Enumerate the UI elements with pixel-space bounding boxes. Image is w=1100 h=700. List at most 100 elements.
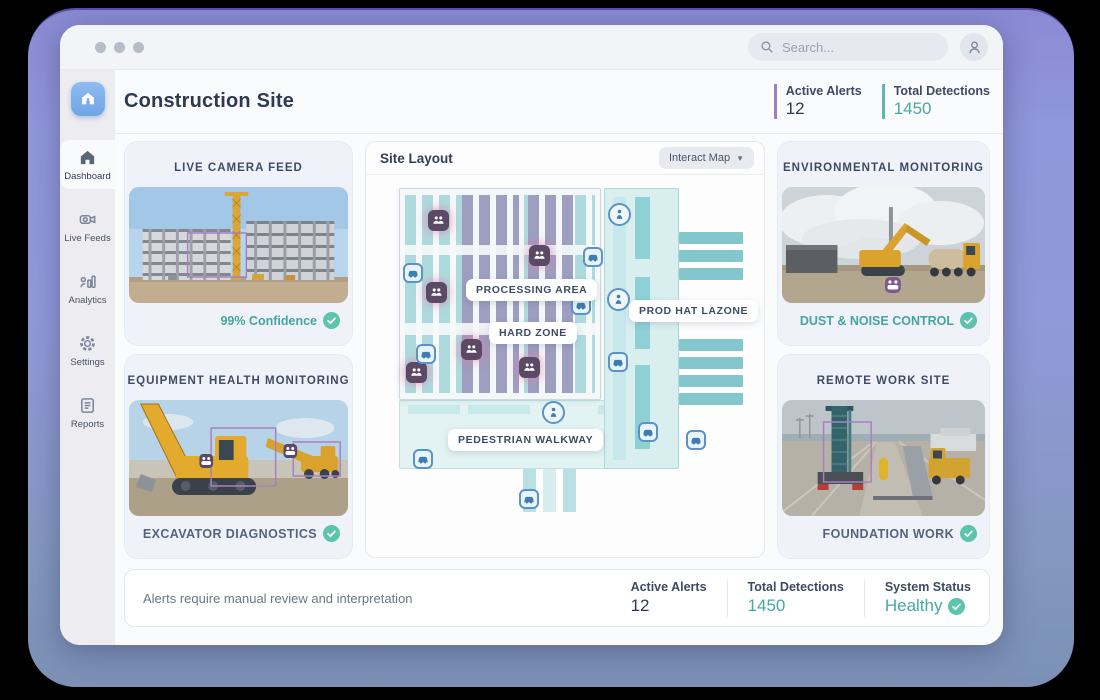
card-remote-work-site: REMOTE WORK SITE: [777, 354, 990, 559]
window-dot[interactable]: [114, 42, 125, 53]
zone-label-pedestrian-walkway: PEDESTRIAN WALKWAY: [448, 429, 603, 451]
interact-map-button[interactable]: Interact Map ▼: [659, 147, 754, 169]
divider: [727, 579, 728, 617]
card-title: REMOTE WORK SITE: [778, 375, 989, 387]
stat-total-detections: Total Detections 1450: [882, 84, 990, 119]
sidebar-item-live-feeds[interactable]: Live Feeds: [60, 202, 115, 251]
page-header: Construction Site Active Alerts 12 Total…: [115, 70, 1003, 134]
desktop: Dashboard Live Feeds Analytics Settings: [0, 0, 1100, 700]
person-icon: [547, 406, 560, 419]
stat-active-alerts: Active Alerts 12: [774, 84, 862, 119]
vehicle-icon: [523, 493, 535, 505]
user-avatar[interactable]: [960, 33, 988, 61]
worker-group-icon: [432, 214, 445, 227]
card-title: ENVIRONMENTAL MONITORING: [778, 162, 989, 174]
vehicle-icon: [587, 251, 599, 263]
equipment-health-image[interactable]: [129, 400, 348, 516]
sidebar-item-settings[interactable]: Settings: [60, 326, 115, 375]
home-logo-icon: [79, 90, 97, 108]
window-dot[interactable]: [95, 42, 106, 53]
confidence-label: 99% Confidence: [220, 314, 317, 328]
worker-alert-marker[interactable]: [406, 362, 427, 383]
window-controls: [95, 42, 144, 53]
status-bar: Alerts require manual review and interpr…: [124, 569, 990, 627]
person-marker[interactable]: [607, 288, 630, 311]
card-equipment-health: EQUIPMENT HEALTH MONITORING: [124, 354, 353, 559]
titlebar: [60, 25, 1003, 70]
remote-work-site-image[interactable]: [782, 400, 985, 516]
excavator-photo: [129, 400, 348, 516]
footer-stat-system-status: System Status Healthy: [885, 580, 971, 616]
person-icon: [612, 293, 625, 306]
card-title: EQUIPMENT HEALTH MONITORING: [125, 375, 352, 387]
worker-alert-marker[interactable]: [519, 357, 540, 378]
footer-stat-active-alerts: Active Alerts 12: [631, 580, 707, 616]
site-layout-panel: Site Layout Interact Map ▼: [365, 141, 765, 558]
foundation-label: FOUNDATION WORK: [823, 527, 954, 541]
worker-alert-marker[interactable]: [461, 339, 482, 360]
app-logo[interactable]: [71, 82, 105, 116]
zone-label-prod-hat-lazone: PROD HAT LAZONE: [629, 300, 758, 322]
divider: [864, 579, 865, 617]
card-live-camera-feed: LIVE CAMERA FEED: [124, 141, 353, 346]
site-layout-title: Site Layout: [380, 151, 453, 166]
live-camera-feed-image[interactable]: [129, 187, 348, 303]
worker-group-icon: [465, 343, 478, 356]
sidebar-item-dashboard[interactable]: Dashboard: [60, 140, 115, 189]
vehicle-marker[interactable]: [686, 430, 706, 450]
gear-icon: [78, 334, 97, 353]
vehicle-icon: [417, 453, 429, 465]
vehicle-icon: [407, 267, 419, 279]
vehicle-marker[interactable]: [608, 352, 628, 372]
vehicle-marker[interactable]: [638, 422, 658, 442]
vehicle-marker[interactable]: [416, 344, 436, 364]
card-environmental-monitoring: ENVIRONMENTAL MONITORING: [777, 141, 990, 346]
worker-group-icon: [523, 361, 536, 374]
zone-label-hard-zone: HARD ZONE: [489, 322, 577, 344]
window-dot[interactable]: [133, 42, 144, 53]
vehicle-marker[interactable]: [519, 489, 539, 509]
check-icon: [323, 525, 340, 542]
zone-label-processing-area: PROCESSING AREA: [466, 279, 597, 301]
sidebar: Dashboard Live Feeds Analytics Settings: [60, 70, 115, 645]
document-icon: [78, 396, 97, 415]
sidebar-item-reports[interactable]: Reports: [60, 388, 115, 437]
check-icon: [960, 525, 977, 542]
dashboard-icon: [78, 148, 97, 167]
user-icon: [966, 39, 983, 56]
chevron-down-icon: ▼: [736, 154, 744, 163]
bar-chart-icon: [78, 272, 97, 291]
vehicle-icon: [612, 356, 624, 368]
person-marker[interactable]: [608, 203, 631, 226]
worker-group-icon: [410, 366, 423, 379]
worker-alert-marker[interactable]: [529, 245, 550, 266]
vehicle-marker[interactable]: [413, 449, 433, 469]
alerts-note: Alerts require manual review and interpr…: [143, 591, 413, 606]
page-title: Construction Site: [124, 90, 294, 113]
diagnostics-label: EXCAVATOR DIAGNOSTICS: [143, 527, 317, 541]
worker-group-icon: [430, 286, 443, 299]
foundation-rig-photo: [782, 400, 985, 516]
vehicle-icon: [690, 434, 702, 446]
site-map[interactable]: PROCESSING AREA HARD ZONE PROD HAT LAZON…: [366, 142, 764, 557]
vehicle-icon: [420, 348, 432, 360]
construction-building-photo: [129, 187, 348, 303]
sidebar-item-analytics[interactable]: Analytics: [60, 264, 115, 313]
check-icon: [960, 312, 977, 329]
check-icon: [323, 312, 340, 329]
search-input[interactable]: [782, 40, 922, 55]
dust-noise-label: DUST & NOISE CONTROL: [800, 314, 954, 328]
vehicle-marker[interactable]: [583, 247, 603, 267]
vehicle-marker[interactable]: [403, 263, 423, 283]
search-bar[interactable]: [748, 33, 948, 61]
main-content: Construction Site Active Alerts 12 Total…: [115, 70, 1003, 645]
worker-alert-marker[interactable]: [426, 282, 447, 303]
person-icon: [613, 208, 626, 221]
worker-alert-marker[interactable]: [428, 210, 449, 231]
app-window: Dashboard Live Feeds Analytics Settings: [60, 25, 1003, 645]
person-marker[interactable]: [542, 401, 565, 424]
camera-icon: [78, 210, 97, 229]
environmental-monitoring-image[interactable]: [782, 187, 985, 303]
footer-stat-total-detections: Total Detections 1450: [748, 580, 844, 616]
system-status-value: Healthy: [885, 596, 943, 616]
